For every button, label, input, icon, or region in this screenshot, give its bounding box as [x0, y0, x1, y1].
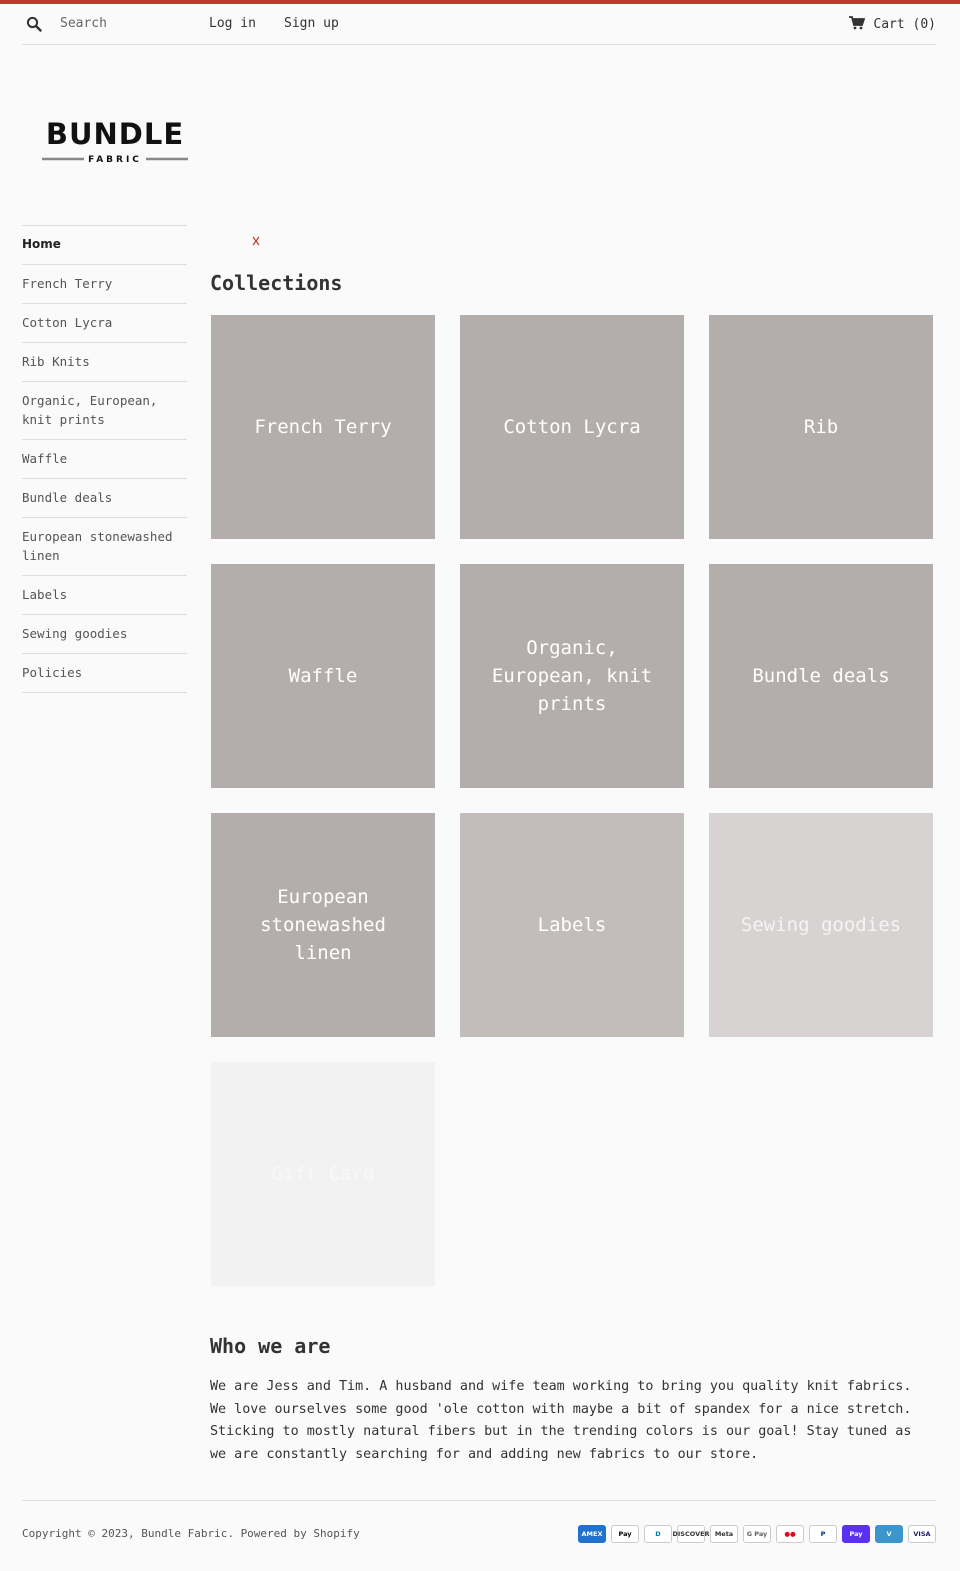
collection-tile-label: Gift Card [271, 1163, 375, 1185]
shop-pay-icon: Pay [842, 1525, 870, 1543]
about-text: We are Jess and Tim. A husband and wife … [210, 1379, 912, 1462]
login-link[interactable]: Log in [209, 16, 256, 31]
sidebar-item-european-stonewashed-linen[interactable]: European stonewashed linen [22, 518, 187, 576]
collection-tile[interactable]: Waffle [211, 564, 435, 788]
collection-tile-label: European stonewashed linen [260, 886, 386, 964]
amex-icon: AMEX [578, 1525, 606, 1543]
apple-pay-icon: Pay [611, 1525, 639, 1543]
site-logo[interactable]: BUNDLE FABRIC [40, 117, 190, 167]
site-header: Log in Sign up Cart (0) [22, 4, 936, 45]
collection-tile-label: Bundle deals [752, 665, 890, 687]
collection-tile[interactable]: French Terry [211, 315, 435, 539]
sidebar-item-waffle[interactable]: Waffle [22, 440, 187, 479]
sidebar-item-sewing-goodies[interactable]: Sewing goodies [22, 615, 187, 654]
collection-tile[interactable]: Bundle deals [709, 564, 933, 788]
sidebar-item-policies[interactable]: Policies [22, 654, 187, 693]
collection-tile[interactable]: Sewing goodies [709, 813, 933, 1037]
collection-tile[interactable]: European stonewashed linen [211, 813, 435, 1037]
about-title: Who we are [210, 1334, 331, 1358]
svg-text:BUNDLE: BUNDLE [46, 117, 184, 151]
payment-icons: AMEX Pay D DISCOVER Meta G Pay ●● P Pay V VISA [578, 1525, 936, 1543]
sidebar-item-french-terry[interactable]: French Terry [22, 265, 187, 304]
cart-label: Cart (0) [873, 17, 936, 32]
copyright: Copyright © 2023, Bundle Fabric. Powered… [22, 1527, 360, 1540]
store-link[interactable]: Bundle Fabric [141, 1527, 227, 1540]
paypal-icon: P [809, 1525, 837, 1543]
discover-icon: DISCOVER [672, 1525, 710, 1543]
search-icon[interactable] [26, 16, 42, 32]
meta-pay-icon: Meta [710, 1525, 738, 1543]
cart-link[interactable]: Cart (0) [849, 16, 936, 32]
sidebar-nav: Home French Terry Cotton Lycra Rib Knits… [22, 225, 187, 693]
footer-divider [22, 1500, 936, 1501]
collection-tile[interactable]: Rib [709, 315, 933, 539]
venmo-icon: V [875, 1525, 903, 1543]
search-input[interactable] [60, 13, 190, 33]
collection-tile[interactable]: Labels [460, 813, 684, 1037]
sidebar-item-home[interactable]: Home [22, 226, 187, 265]
google-pay-icon: G Pay [743, 1525, 771, 1543]
collection-tile-label: Sewing goodies [740, 914, 902, 936]
sidebar-item-bundle-deals[interactable]: Bundle deals [22, 479, 187, 518]
broken-image-icon [252, 236, 260, 246]
collection-tile[interactable]: Gift Card [211, 1062, 435, 1286]
collections-title: Collections [210, 271, 343, 295]
collection-tile-label: French Terry [254, 416, 392, 438]
sidebar-item-labels[interactable]: Labels [22, 576, 187, 615]
sidebar-item-organic-european-knit-prints[interactable]: Organic, European, knit prints [22, 382, 187, 440]
copyright-separator: . [227, 1527, 241, 1540]
collection-tile[interactable]: Organic, European, knit prints [460, 564, 684, 788]
cart-icon [849, 16, 866, 30]
mastercard-icon: ●● [776, 1525, 804, 1543]
diners-club-icon: D [644, 1525, 672, 1543]
powered-by-link[interactable]: Powered by Shopify [241, 1527, 360, 1540]
sidebar-item-rib-knits[interactable]: Rib Knits [22, 343, 187, 382]
collection-tile-label: Waffle [288, 665, 358, 687]
visa-icon: VISA [908, 1525, 936, 1543]
collection-tile[interactable]: Cotton Lycra [460, 315, 684, 539]
collection-tile-label: Organic, European, knit prints [491, 637, 653, 715]
collection-tile-label: Cotton Lycra [503, 416, 641, 438]
sidebar-item-cotton-lycra[interactable]: Cotton Lycra [22, 304, 187, 343]
svg-text:FABRIC: FABRIC [88, 155, 142, 165]
copyright-prefix: Copyright © 2023, [22, 1527, 142, 1540]
collection-tile-label: Labels [537, 914, 607, 936]
signup-link[interactable]: Sign up [284, 16, 339, 31]
collection-tile-label: Rib [803, 416, 839, 438]
